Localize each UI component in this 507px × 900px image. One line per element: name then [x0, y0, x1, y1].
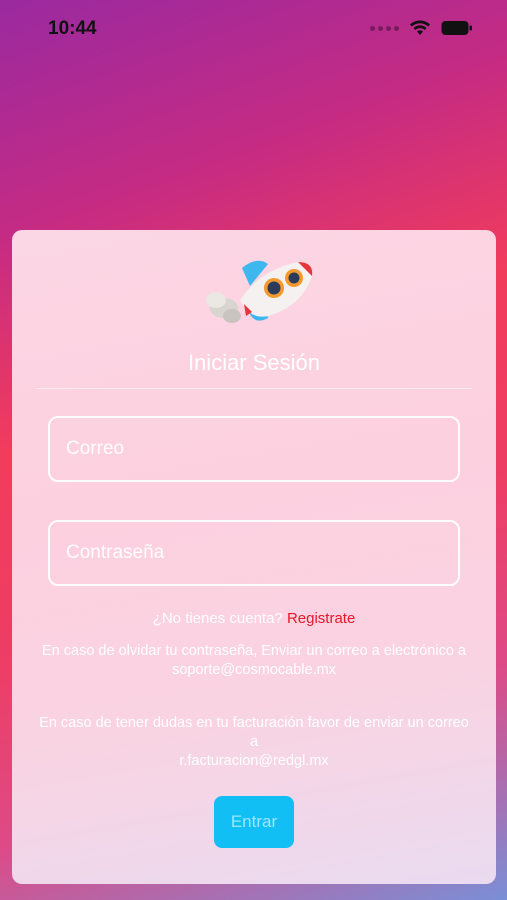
page-title: Iniciar Sesión — [187, 350, 321, 375]
billing-info: En caso de tener dudas en tu facturación… — [36, 714, 472, 771]
status-time: 10:44 — [48, 18, 97, 39]
signup-prompt-text: ¿No tienes cuenta? — [152, 610, 283, 627]
status-bar: 10:44 — [0, 0, 507, 60]
battery-icon — [441, 21, 472, 35]
signup-link[interactable]: Registrate — [287, 610, 355, 627]
title-divider — [36, 388, 472, 389]
forgot-password-text: En caso de olvidar tu contraseña, Enviar… — [42, 643, 466, 659]
support-email: soporte@cosmocable.mx — [172, 662, 336, 678]
billing-email: r.facturacion@redgl.mx — [179, 753, 329, 769]
signal-dots-icon — [370, 25, 399, 31]
wifi-icon — [410, 20, 430, 35]
login-card: Iniciar Sesión ¿No tienes cuenta? Regist… — [12, 230, 496, 884]
rocket-icon — [206, 260, 313, 323]
billing-text: En caso de tener dudas en tu facturación… — [39, 715, 469, 750]
password-field[interactable] — [48, 520, 460, 586]
status-icons — [370, 20, 473, 36]
email-field[interactable] — [48, 416, 460, 482]
forgot-password-info: En caso de olvidar tu contraseña, Enviar… — [36, 642, 472, 680]
signup-prompt: ¿No tienes cuenta? Registrate — [12, 610, 496, 627]
submit-button[interactable]: Entrar — [214, 796, 294, 848]
